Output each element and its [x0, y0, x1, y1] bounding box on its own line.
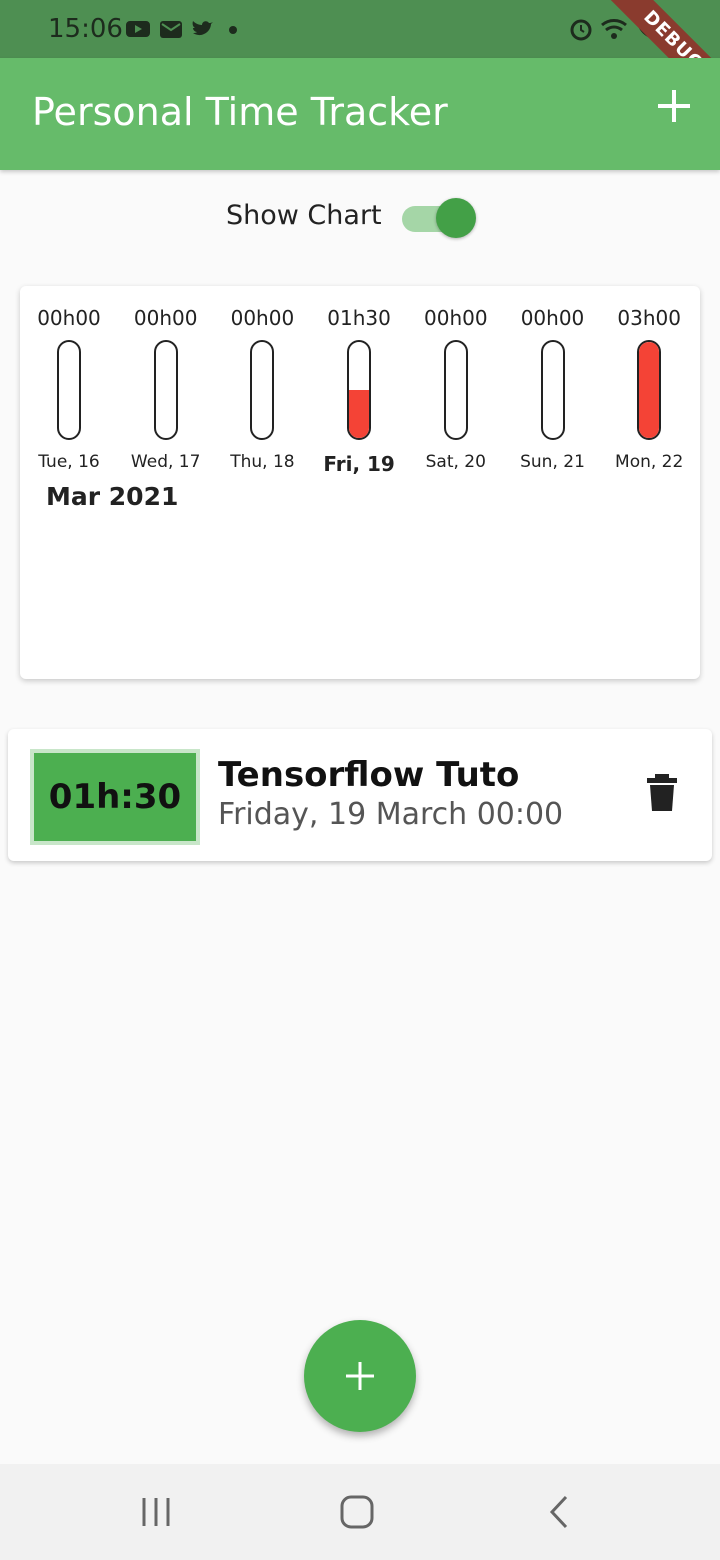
chart-day-column: 00h00 Sat, 20 [411, 306, 501, 472]
show-chart-row: Show Chart [0, 196, 720, 242]
chart-day-bar-fill [639, 342, 660, 438]
chart-day-column: 00h00 Wed, 17 [121, 306, 211, 472]
chart-day-bar [637, 340, 662, 440]
switch-knob [436, 198, 476, 238]
system-nav-bar [0, 1464, 720, 1560]
home-icon[interactable] [337, 1492, 377, 1532]
notification-icons [125, 18, 243, 40]
time-entry-card[interactable]: 01h:30 Tensorflow Tuto Friday, 19 March … [8, 729, 712, 861]
chart-day-label: Sun, 21 [520, 452, 585, 472]
chart-month: Mar 2021 [46, 482, 179, 511]
chart-day-column: 00h00 Thu, 18 [217, 306, 307, 472]
chart-day-label: Fri, 19 [323, 452, 395, 476]
chart-day-column: 01h30 Fri, 19 [314, 306, 404, 476]
chart-day-column: 00h00 Tue, 16 [24, 306, 114, 472]
app-title: Personal Time Tracker [32, 90, 448, 134]
chart-day-amount: 00h00 [520, 306, 585, 330]
chart-day-amount: 01h30 [327, 306, 391, 330]
chart-day-amount: 00h00 [230, 306, 295, 330]
chart-day-label: Wed, 17 [130, 452, 201, 472]
chart-day-bar [57, 340, 81, 440]
status-bar: 15:06 [0, 0, 720, 58]
weekly-chart: 00h00 Tue, 16 00h00 Wed, 17 00h00 Thu, 18 01h3… [20, 286, 700, 679]
chart-day-label: Thu, 18 [230, 452, 295, 472]
plus-icon[interactable] [656, 88, 692, 124]
chart-day-bar [540, 340, 565, 440]
chart-day-amount: 00h00 [133, 306, 198, 330]
chart-day-amount: 00h00 [37, 306, 101, 330]
add-entry-fab[interactable] [304, 1320, 416, 1432]
chart-day-column: 00h00 Sun, 21 [508, 306, 598, 472]
show-chart-label: Show Chart [226, 200, 382, 231]
chart-day-column: 03h00 Mon, 22 [604, 306, 694, 472]
show-chart-switch[interactable] [402, 198, 476, 238]
wifi-icon [601, 19, 627, 39]
status-time: 15:06 [48, 14, 123, 44]
recent-apps-icon[interactable] [136, 1492, 176, 1532]
chart-day-label: Sat, 20 [425, 452, 486, 472]
trash-icon[interactable] [646, 773, 678, 813]
entry-title: Tensorflow Tuto [218, 755, 520, 795]
chart-day-amount: 03h00 [617, 306, 681, 330]
chart-day-label: Tue, 16 [38, 452, 100, 472]
chart-day-bar [443, 340, 468, 440]
app-bar: Personal Time Tracker [0, 58, 720, 170]
alarm-icon [570, 19, 592, 41]
mail-icon [160, 21, 182, 38]
plus-icon [346, 1362, 374, 1390]
chart-day-bar [250, 340, 275, 440]
entry-duration: 01h:30 [30, 749, 200, 845]
twitter-icon [192, 21, 213, 36]
youtube-icon [126, 21, 150, 37]
chart-day-bar [153, 340, 178, 440]
entry-date: Friday, 19 March 00:00 [218, 797, 564, 832]
chart-day-bar-fill [349, 390, 370, 438]
back-icon[interactable] [540, 1492, 580, 1532]
chart-day-bar [347, 340, 372, 440]
chart-day-label: Mon, 22 [615, 452, 684, 472]
chart-day-amount: 00h00 [424, 306, 488, 330]
dot-icon [229, 26, 237, 34]
